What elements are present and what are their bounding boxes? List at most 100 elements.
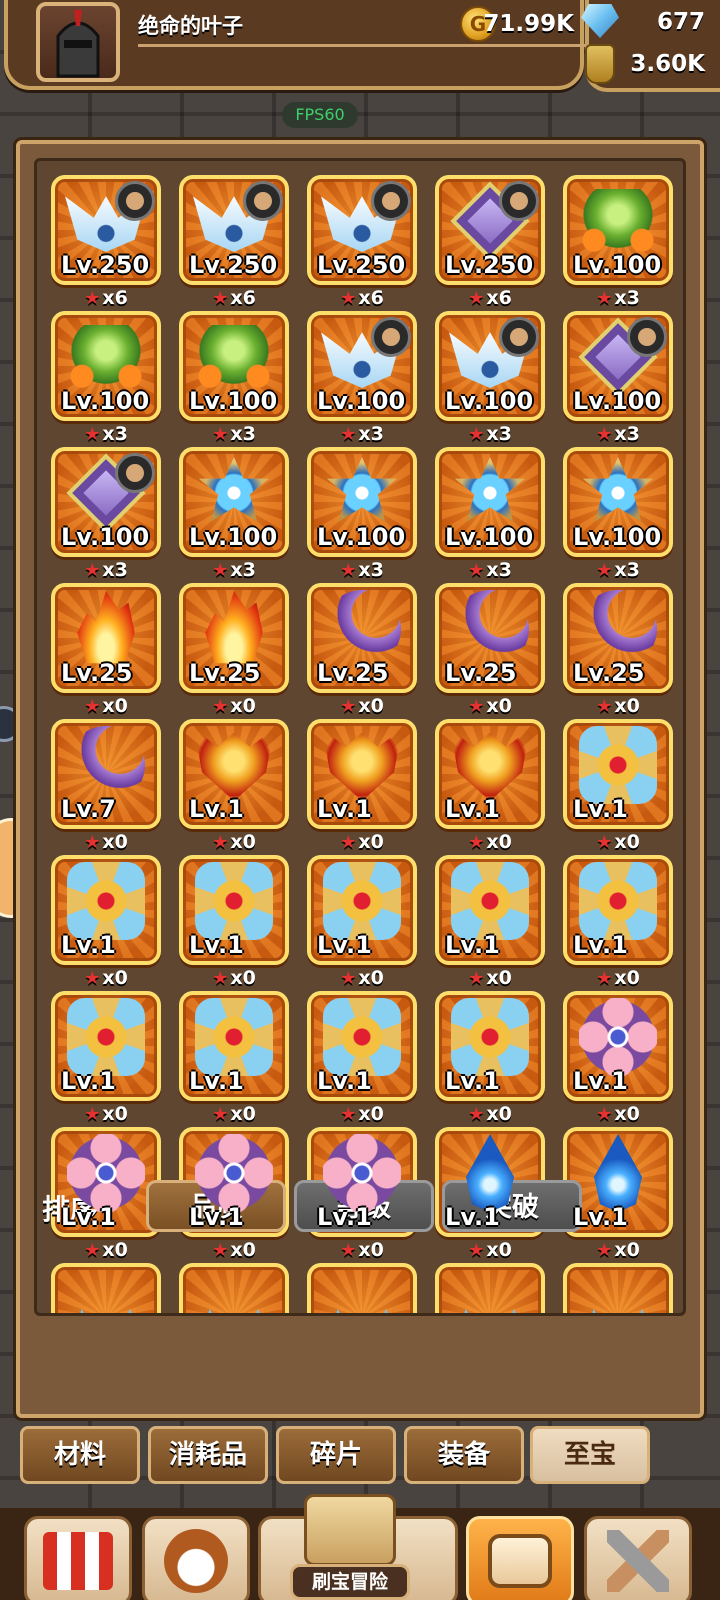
treasure-tile[interactable]: Lv.25 xyxy=(435,583,545,693)
treasure-item[interactable]: Lv.100 ★ x3 xyxy=(435,311,545,445)
treasure-tile[interactable]: Lv.100 xyxy=(307,447,417,557)
treasure-item[interactable]: Lv.100 ★ x3 xyxy=(179,311,289,445)
treasure-tile[interactable]: Lv.1 xyxy=(51,855,161,965)
treasure-item[interactable]: Lv.1 ★ x0 xyxy=(307,855,417,989)
treasure-item[interactable]: Lv.250 ★ x6 xyxy=(51,175,161,309)
tab-equipment[interactable]: 装备 xyxy=(404,1426,524,1484)
treasure-tile[interactable]: Lv.25 xyxy=(307,583,417,693)
treasure-item[interactable]: Lv.1 ★ x0 xyxy=(179,719,289,853)
treasure-tile[interactable]: Lv.1 xyxy=(435,719,545,829)
treasure-tile[interactable]: Lv.1 xyxy=(51,1127,161,1237)
treasure-item[interactable]: Lv.25 ★ x0 xyxy=(435,583,545,717)
treasure-item[interactable]: Lv.25 ★ x0 xyxy=(563,583,673,717)
treasure-item[interactable]: Lv.1 ★ x0 xyxy=(563,719,673,853)
treasure-item[interactable]: Lv.1 ★ x0 xyxy=(563,1127,673,1261)
treasure-item[interactable]: Lv.100 ★ x3 xyxy=(179,447,289,581)
treasure-tile[interactable]: Lv.100 xyxy=(563,447,673,557)
treasure-tile[interactable]: Lv.1 xyxy=(179,719,289,829)
treasure-item[interactable]: Lv.100 ★ x3 xyxy=(51,311,161,445)
player-avatar[interactable] xyxy=(36,2,120,82)
treasure-item[interactable]: Lv.25 ★ x0 xyxy=(179,583,289,717)
treasure-item[interactable]: Lv.250 ★ x6 xyxy=(179,175,289,309)
nav-bag-button[interactable] xyxy=(466,1516,574,1600)
treasure-item[interactable] xyxy=(563,1263,673,1313)
treasure-item[interactable]: Lv.1 ★ x0 xyxy=(179,991,289,1125)
treasure-item[interactable] xyxy=(51,1263,161,1313)
treasure-item[interactable]: Lv.1 ★ x0 xyxy=(563,855,673,989)
treasure-tile[interactable]: Lv.25 xyxy=(179,583,289,693)
treasure-item[interactable]: Lv.1 ★ x0 xyxy=(563,991,673,1125)
treasure-item[interactable]: Lv.100 ★ x3 xyxy=(563,447,673,581)
star-count-value: x3 xyxy=(614,287,640,309)
treasure-tile[interactable]: Lv.1 xyxy=(563,855,673,965)
treasure-tile[interactable]: Lv.1 xyxy=(563,1127,673,1237)
treasure-tile[interactable]: Lv.250 xyxy=(435,175,545,285)
tab-consumables[interactable]: 消耗品 xyxy=(148,1426,268,1484)
treasure-tile[interactable] xyxy=(307,1263,417,1313)
treasure-tile[interactable]: Lv.100 xyxy=(179,447,289,557)
treasure-item[interactable] xyxy=(307,1263,417,1313)
treasure-tile[interactable]: Lv.250 xyxy=(307,175,417,285)
treasure-tile[interactable]: Lv.100 xyxy=(563,311,673,421)
treasure-tile[interactable]: Lv.1 xyxy=(179,991,289,1101)
treasure-item[interactable]: Lv.1 ★ x0 xyxy=(307,719,417,853)
treasure-tile[interactable] xyxy=(563,1263,673,1313)
treasure-item[interactable]: Lv.1 ★ x0 xyxy=(179,855,289,989)
treasure-tile[interactable]: Lv.1 xyxy=(563,991,673,1101)
tab-fragments[interactable]: 碎片 xyxy=(276,1426,396,1484)
treasure-item[interactable]: Lv.7 ★ x0 xyxy=(51,719,161,853)
treasure-item[interactable]: Lv.100 ★ x3 xyxy=(307,311,417,445)
treasure-item[interactable]: Lv.25 ★ x0 xyxy=(51,583,161,717)
treasure-item[interactable]: Lv.250 ★ x6 xyxy=(307,175,417,309)
treasure-tile[interactable]: Lv.1 xyxy=(307,719,417,829)
treasure-tile[interactable] xyxy=(179,1263,289,1313)
nav-hero-button[interactable] xyxy=(142,1516,250,1600)
treasure-item[interactable]: Lv.100 ★ x3 xyxy=(563,175,673,309)
treasure-tile[interactable]: Lv.250 xyxy=(179,175,289,285)
treasure-tile[interactable] xyxy=(51,1263,161,1313)
treasure-item[interactable]: Lv.100 ★ x3 xyxy=(435,447,545,581)
treasure-tile[interactable]: Lv.25 xyxy=(51,583,161,693)
treasure-tile[interactable] xyxy=(435,1263,545,1313)
treasure-tile[interactable]: Lv.1 xyxy=(51,991,161,1101)
nav-forge-button[interactable] xyxy=(584,1516,692,1600)
treasure-item[interactable]: Lv.1 ★ x0 xyxy=(51,991,161,1125)
treasure-item[interactable]: Lv.1 ★ x0 xyxy=(51,855,161,989)
treasure-tile[interactable]: Lv.100 xyxy=(435,447,545,557)
treasure-tile[interactable]: Lv.1 xyxy=(563,719,673,829)
treasure-item[interactable] xyxy=(435,1263,545,1313)
treasure-tile[interactable]: Lv.1 xyxy=(307,991,417,1101)
tab-treasures[interactable]: 至宝 xyxy=(530,1426,650,1484)
treasure-tile[interactable]: Lv.100 xyxy=(563,175,673,285)
profile-panel[interactable]: 绝命的叶子 G 71.99K xyxy=(4,0,588,90)
treasure-tile[interactable]: Lv.100 xyxy=(51,311,161,421)
treasure-item[interactable]: Lv.1 ★ x0 xyxy=(51,1127,161,1261)
treasure-item[interactable]: Lv.1 ★ x0 xyxy=(307,991,417,1125)
treasure-tile[interactable]: Lv.100 xyxy=(179,311,289,421)
treasure-tile[interactable]: Lv.100 xyxy=(307,311,417,421)
treasure-item[interactable]: Lv.100 ★ x3 xyxy=(307,447,417,581)
treasure-item[interactable]: Lv.25 ★ x0 xyxy=(307,583,417,717)
treasure-item[interactable]: Lv.100 ★ x3 xyxy=(51,447,161,581)
treasure-tile[interactable]: Lv.1 xyxy=(307,855,417,965)
star-artifact-shape xyxy=(454,457,526,522)
treasure-item[interactable]: Lv.1 ★ x0 xyxy=(435,991,545,1125)
treasure-item[interactable]: Lv.250 ★ x6 xyxy=(435,175,545,309)
treasure-item[interactable]: Lv.100 ★ x3 xyxy=(563,311,673,445)
treasure-tile[interactable]: Lv.1 xyxy=(179,855,289,965)
treasure-tile[interactable]: Lv.7 xyxy=(51,719,161,829)
treasure-item[interactable]: Lv.1 ★ x0 xyxy=(435,719,545,853)
treasure-tile[interactable]: Lv.25 xyxy=(563,583,673,693)
item-level: Lv.100 xyxy=(317,387,406,415)
treasure-tile[interactable]: Lv.1 xyxy=(435,855,545,965)
nav-shop-button[interactable] xyxy=(24,1516,132,1600)
treasure-tile[interactable]: Lv.100 xyxy=(435,311,545,421)
treasure-item[interactable]: Lv.1 ★ x0 xyxy=(435,855,545,989)
treasure-item[interactable] xyxy=(179,1263,289,1313)
item-level: Lv.1 xyxy=(445,1203,500,1231)
treasure-tile[interactable]: Lv.1 xyxy=(435,991,545,1101)
treasure-tile[interactable]: Lv.100 xyxy=(51,447,161,557)
treasure-tile[interactable]: Lv.250 xyxy=(51,175,161,285)
tab-materials[interactable]: 材料 xyxy=(20,1426,140,1484)
item-grid-container[interactable]: Lv.250 ★ x6 Lv.250 ★ x6 Lv.250 ★ x6 Lv.250 ★ x6 Lv.1… xyxy=(34,158,686,1316)
